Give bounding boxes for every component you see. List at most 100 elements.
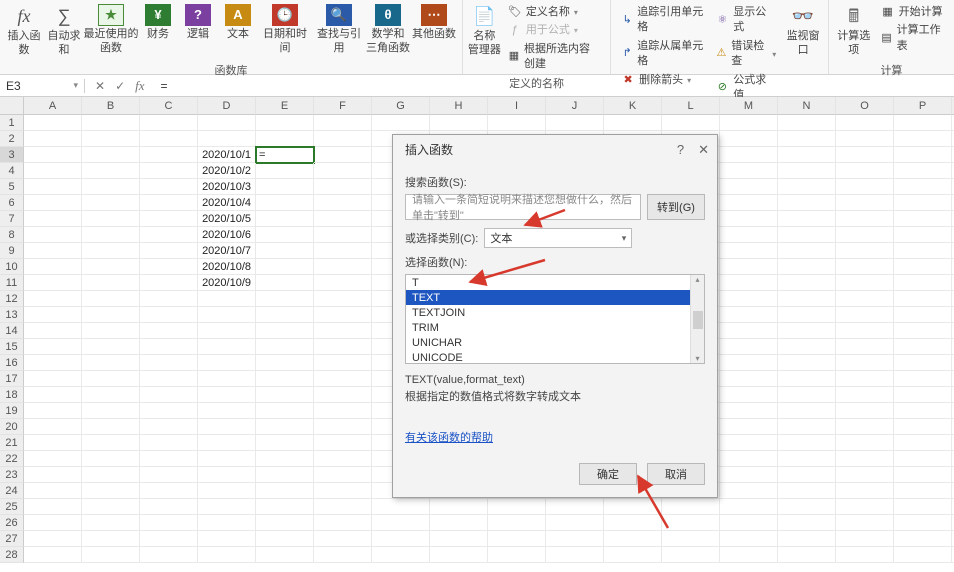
cell[interactable] bbox=[778, 195, 836, 211]
cell[interactable] bbox=[256, 275, 314, 291]
cell[interactable] bbox=[314, 403, 372, 419]
cell[interactable] bbox=[24, 211, 82, 227]
fx-icon[interactable]: fx bbox=[135, 78, 144, 94]
cell[interactable] bbox=[198, 451, 256, 467]
cell[interactable] bbox=[82, 499, 140, 515]
cell[interactable] bbox=[894, 259, 952, 275]
cell[interactable] bbox=[430, 499, 488, 515]
cell[interactable] bbox=[778, 227, 836, 243]
cell[interactable] bbox=[720, 115, 778, 131]
cell[interactable] bbox=[82, 323, 140, 339]
cell[interactable] bbox=[314, 179, 372, 195]
cell[interactable] bbox=[82, 147, 140, 163]
cell[interactable] bbox=[894, 419, 952, 435]
cell[interactable] bbox=[82, 131, 140, 147]
cell[interactable] bbox=[720, 547, 778, 563]
cell[interactable] bbox=[314, 195, 372, 211]
cell[interactable] bbox=[894, 131, 952, 147]
cell[interactable] bbox=[24, 163, 82, 179]
cell[interactable] bbox=[894, 227, 952, 243]
cell[interactable] bbox=[82, 515, 140, 531]
cell[interactable] bbox=[140, 307, 198, 323]
cell[interactable] bbox=[256, 515, 314, 531]
cell[interactable] bbox=[140, 355, 198, 371]
cell[interactable] bbox=[82, 483, 140, 499]
list-item[interactable]: UNICHAR bbox=[406, 335, 690, 350]
cell[interactable] bbox=[894, 163, 952, 179]
cell[interactable] bbox=[836, 547, 894, 563]
cell[interactable] bbox=[198, 387, 256, 403]
trace-dependents-button[interactable]: ↱追踪从属单元格 bbox=[621, 39, 703, 70]
cell[interactable] bbox=[198, 371, 256, 387]
cell[interactable] bbox=[430, 531, 488, 547]
cell[interactable] bbox=[314, 339, 372, 355]
cell[interactable] bbox=[778, 483, 836, 499]
cell[interactable] bbox=[894, 467, 952, 483]
cell[interactable] bbox=[720, 147, 778, 163]
row-header[interactable]: 18 bbox=[0, 387, 24, 403]
autosum-button[interactable]: ∑ 自动求和 bbox=[44, 2, 84, 60]
cell[interactable] bbox=[82, 163, 140, 179]
cell[interactable] bbox=[140, 403, 198, 419]
cell[interactable] bbox=[198, 483, 256, 499]
cell[interactable]: 2020/10/5 bbox=[198, 211, 256, 227]
cell[interactable] bbox=[256, 179, 314, 195]
cell[interactable] bbox=[256, 483, 314, 499]
cell[interactable]: 2020/10/1 bbox=[198, 147, 256, 163]
cell[interactable] bbox=[24, 403, 82, 419]
trace-precedents-button[interactable]: ↳追踪引用单元格 bbox=[621, 5, 703, 36]
cell[interactable] bbox=[662, 547, 720, 563]
cell[interactable] bbox=[256, 243, 314, 259]
close-icon[interactable]: ✕ bbox=[698, 142, 709, 158]
cell[interactable] bbox=[140, 115, 198, 131]
cell[interactable] bbox=[720, 339, 778, 355]
cell[interactable] bbox=[894, 211, 952, 227]
cell[interactable] bbox=[256, 131, 314, 147]
cell[interactable] bbox=[372, 547, 430, 563]
cell[interactable] bbox=[778, 211, 836, 227]
cell[interactable] bbox=[140, 531, 198, 547]
cell[interactable] bbox=[778, 451, 836, 467]
cell[interactable] bbox=[778, 547, 836, 563]
cell[interactable] bbox=[778, 163, 836, 179]
row-header[interactable]: 21 bbox=[0, 435, 24, 451]
cell[interactable] bbox=[314, 419, 372, 435]
cell[interactable] bbox=[82, 307, 140, 323]
list-item[interactable]: UNICODE bbox=[406, 350, 690, 364]
cell[interactable] bbox=[256, 211, 314, 227]
cell[interactable] bbox=[314, 371, 372, 387]
cell[interactable]: 2020/10/7 bbox=[198, 243, 256, 259]
list-item[interactable]: TRIM bbox=[406, 320, 690, 335]
cell[interactable] bbox=[778, 339, 836, 355]
cell[interactable] bbox=[894, 195, 952, 211]
row-header[interactable]: 12 bbox=[0, 291, 24, 307]
cell[interactable] bbox=[894, 179, 952, 195]
cell[interactable] bbox=[256, 371, 314, 387]
row-header[interactable]: 9 bbox=[0, 243, 24, 259]
cell[interactable] bbox=[24, 435, 82, 451]
cell[interactable] bbox=[24, 147, 82, 163]
category-select[interactable]: 文本 ▾ bbox=[484, 228, 632, 248]
list-item[interactable]: TEXTJOIN bbox=[406, 305, 690, 320]
cell[interactable] bbox=[894, 339, 952, 355]
cell[interactable] bbox=[720, 131, 778, 147]
row-header[interactable]: 10 bbox=[0, 259, 24, 275]
cell[interactable] bbox=[198, 131, 256, 147]
cell[interactable] bbox=[256, 419, 314, 435]
cell[interactable] bbox=[778, 355, 836, 371]
cell[interactable] bbox=[314, 275, 372, 291]
cell[interactable] bbox=[778, 259, 836, 275]
column-header[interactable]: E bbox=[256, 97, 314, 115]
define-name-button[interactable]: 🏷定义名称 ▾ bbox=[508, 5, 600, 20]
row-header[interactable]: 22 bbox=[0, 451, 24, 467]
cell[interactable] bbox=[720, 227, 778, 243]
cell[interactable]: 2020/10/9 bbox=[198, 275, 256, 291]
cell[interactable] bbox=[720, 323, 778, 339]
cell[interactable] bbox=[314, 499, 372, 515]
help-icon[interactable]: ? bbox=[677, 142, 684, 158]
cell[interactable] bbox=[24, 323, 82, 339]
cell[interactable] bbox=[314, 547, 372, 563]
cell[interactable] bbox=[314, 483, 372, 499]
cell[interactable] bbox=[720, 403, 778, 419]
cell[interactable] bbox=[720, 499, 778, 515]
